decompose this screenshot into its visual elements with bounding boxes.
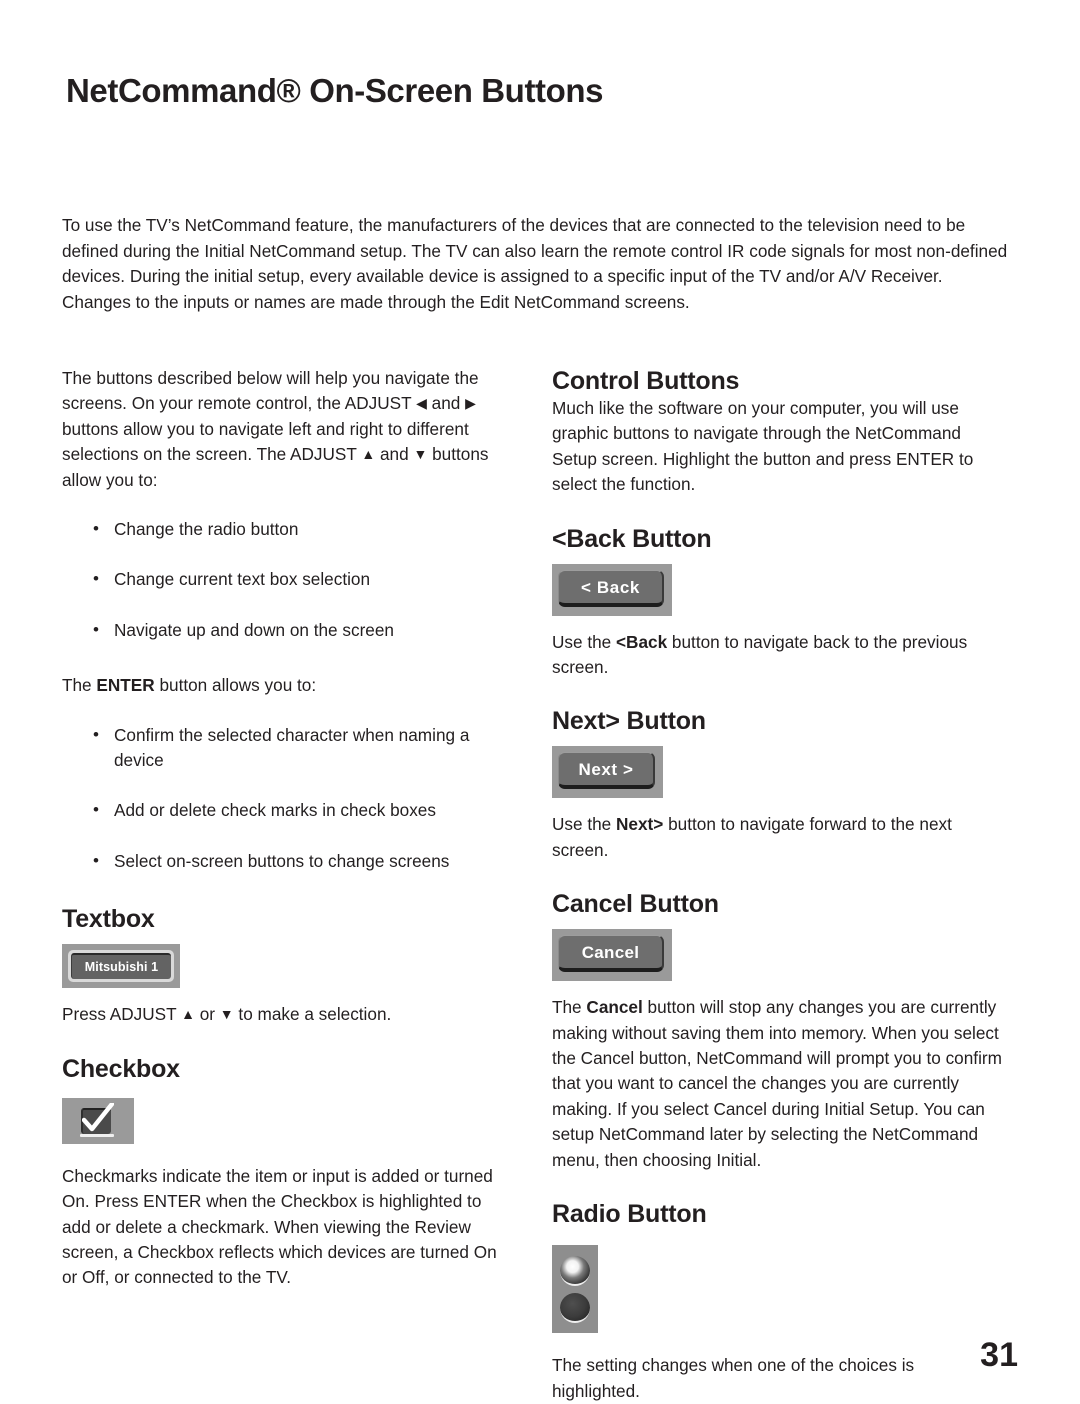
back-button-body: Use the <Back button to navigate back to… xyxy=(552,630,1004,681)
cancel-button-label: Cancel xyxy=(558,935,664,973)
back-button-graphic[interactable]: < Back xyxy=(552,563,672,616)
control-buttons-heading: Control Buttons xyxy=(552,367,740,395)
cancel-body-keyword: Cancel xyxy=(586,997,643,1018)
back-button-label: < Back xyxy=(558,569,664,607)
radio-button-graphic[interactable] xyxy=(552,1245,598,1334)
page-title: NetCommand® On-Screen Buttons xyxy=(66,72,604,110)
textbox-value: Mitsubishi 1 xyxy=(71,953,171,980)
back-body-keyword: <Back xyxy=(616,631,668,652)
checkbox-graphic xyxy=(62,1097,134,1144)
document-page: NetCommand® On-Screen Buttons To use the… xyxy=(0,0,1080,1401)
right-column: Control Buttons Much like the software o… xyxy=(552,366,1004,1404)
textbox-caption: Press ADJUST ▲ or ▼ to make a selection. xyxy=(62,1002,514,1027)
page-number: 31 xyxy=(980,1336,1018,1374)
next-body-keyword: Next> xyxy=(616,814,664,835)
adjust-up-arrow-icon: ▲ xyxy=(361,446,376,463)
radio-option-selected[interactable] xyxy=(560,1256,590,1287)
adjust-bullet-list: Change the radio button Change current t… xyxy=(62,516,514,643)
checkmark-icon xyxy=(82,1102,114,1131)
list-item: Change current text box selection xyxy=(62,566,514,592)
navigation-paragraph: The buttons described below will help yo… xyxy=(62,366,514,493)
textbox-caption-part3: to make a selection. xyxy=(233,1004,392,1025)
textbox-graphic: Mitsubishi 1 xyxy=(62,944,180,989)
list-item: Select on-screen buttons to change scree… xyxy=(62,848,514,874)
next-body-prefix: Use the xyxy=(552,814,617,835)
next-button-graphic[interactable]: Next > xyxy=(552,746,663,799)
next-button-body: Use the Next> button to navigate forward… xyxy=(552,812,1004,863)
cancel-button-body: The Cancel button will stop any changes … xyxy=(552,995,1004,1173)
enter-text-suffix: button allows you to: xyxy=(154,675,317,696)
radio-option-unselected[interactable] xyxy=(560,1293,590,1324)
textbox-caption-part2: or xyxy=(194,1004,220,1025)
list-item: Add or delete check marks in check boxes xyxy=(62,797,514,823)
adjust-right-arrow-icon: ▶ xyxy=(465,395,476,412)
list-item: Navigate up and down on the screen xyxy=(62,617,514,643)
left-column: The buttons described below will help yo… xyxy=(62,366,514,1291)
nav-text-part2: and xyxy=(426,393,466,414)
adjust-up-arrow-icon: ▲ xyxy=(181,1006,195,1023)
control-buttons-body: Much like the software on your computer,… xyxy=(552,398,974,495)
cancel-body-suffix: button will stop any changes you are cur… xyxy=(552,997,1002,1170)
enter-bullet-list: Confirm the selected character when nami… xyxy=(62,722,514,875)
next-button-label: Next > xyxy=(558,752,655,790)
radio-button-body: The setting changes when one of the choi… xyxy=(552,1355,915,1401)
enter-text-prefix: The xyxy=(62,675,97,696)
cancel-body-prefix: The xyxy=(552,997,587,1018)
adjust-down-arrow-icon: ▼ xyxy=(413,446,428,463)
back-button-heading: <Back Button xyxy=(552,524,712,553)
adjust-down-arrow-icon: ▼ xyxy=(219,1006,234,1023)
checkbox-body: Checkmarks indicate the item or input is… xyxy=(62,1165,497,1288)
adjust-left-arrow-icon: ◀ xyxy=(416,395,427,412)
radio-button-heading: Radio Button xyxy=(552,1200,707,1229)
cancel-button-heading: Cancel Button xyxy=(552,890,719,919)
enter-keyword: ENTER xyxy=(96,675,155,696)
cancel-button-graphic[interactable]: Cancel xyxy=(552,929,672,982)
nav-text-part4: and xyxy=(375,444,414,465)
back-body-prefix: Use the xyxy=(552,631,617,652)
enter-paragraph: The ENTER button allows you to: xyxy=(62,673,514,698)
textbox-caption-part1: Press ADJUST xyxy=(62,1004,182,1025)
checkbox-underline xyxy=(80,1133,114,1137)
list-item: Change the radio button xyxy=(62,516,514,542)
list-item: Confirm the selected character when nami… xyxy=(62,722,514,774)
next-button-heading: Next> Button xyxy=(552,707,706,736)
checkbox-heading: Checkbox xyxy=(62,1054,180,1083)
textbox-heading: Textbox xyxy=(62,905,155,934)
intro-paragraph: To use the TV’s NetCommand feature, the … xyxy=(62,215,1008,312)
